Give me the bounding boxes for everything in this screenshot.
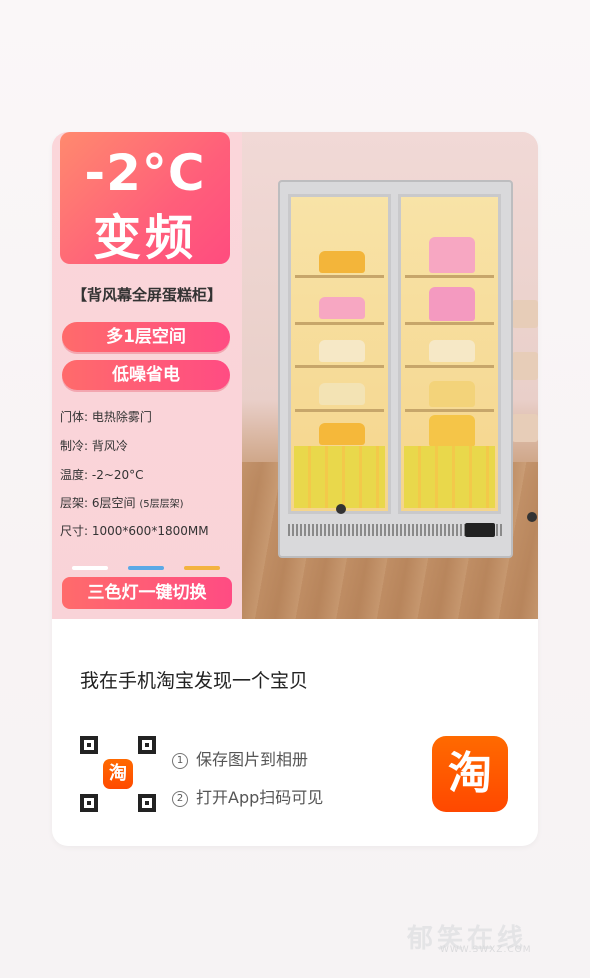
cake [429,237,475,273]
step-open-app: 2 打开App扫码可见 [172,784,323,808]
spec-door: 门体: 电热除雾门 [60,408,152,425]
share-card: -2°C 变频 【背风幕全屏蛋糕柜】 多1层空间 低噪省电 门体: 电热除雾门 … [52,132,538,846]
bakery-shelf [512,300,538,328]
cake [429,415,475,447]
right-glass-door [398,194,501,514]
spec-cooling: 制冷: 背风冷 [60,437,128,454]
spec-value: 1000*600*1800MM [91,524,209,538]
cake [319,340,365,362]
bakery-shelf [512,414,538,442]
rack [295,322,384,325]
light-color-blue [128,566,164,570]
watermark-url: WWW.SWXZ.COM [440,945,532,955]
step-label: 打开App扫码可见 [196,788,324,807]
temperature-badge: -2°C 变频 [60,132,230,266]
rack [405,365,494,368]
drink-boxes [294,446,385,508]
rack [295,409,384,412]
temperature-display [465,523,495,537]
cake-display-fridge [278,180,513,558]
spec-label: 温度: [60,468,89,482]
cake [319,423,365,445]
spec-value: -2~20°C [91,468,144,482]
rack [405,275,494,278]
left-glass-door [288,194,391,514]
rack [295,365,384,368]
spec-label: 制冷: [60,439,89,453]
light-color-white [72,566,108,570]
product-title: 【背风幕全屏蛋糕柜】 [71,286,222,304]
spec-shelves: 层架: 6层空间 (5层层架) [60,494,184,511]
step-number: 1 [172,753,188,769]
promo-panel: -2°C 变频 【背风幕全屏蛋糕柜】 多1层空间 低噪省电 门体: 电热除雾门 … [52,132,242,619]
step-save-image: 1 保存图片到相册 [172,746,308,770]
spec-label: 门体: [60,410,89,424]
share-message: 我在手机淘宝发现一个宝贝 [80,670,309,692]
step-number: 2 [172,791,188,807]
taobao-qr-logo-icon: 淘 [103,759,133,789]
cake [429,287,475,321]
spec-value: 6层空间 [91,496,136,510]
rack [405,322,494,325]
spec-note: (5层层架) [139,499,184,510]
spec-temperature: 温度: -2~20°C [60,466,144,483]
cake [429,381,475,407]
qr-finder [138,736,156,754]
cake [429,340,475,362]
cake [319,251,365,273]
qr-finder [80,794,98,812]
spec-value: 电热除雾门 [91,410,152,424]
light-switch-label: 三色灯一键切换 [62,577,232,609]
spec-label: 层架: [60,496,89,510]
light-color-yellow [184,566,220,570]
badge-temperature: -2°C [84,144,206,202]
cake [319,297,365,319]
feature-pill-quiet: 低噪省电 [62,360,230,390]
feature-pill-space: 多1层空间 [62,322,230,352]
caster-wheel [527,512,537,522]
cake [319,383,365,405]
badge-inverter: 变频 [92,210,197,266]
rack [405,409,494,412]
taobao-app-icon[interactable]: 淘 [432,736,508,812]
spec-label: 尺寸: [60,524,89,538]
qr-finder [138,794,156,812]
fridge-photo [242,132,538,619]
qr-finder [80,736,98,754]
drink-boxes [404,446,495,508]
rack [295,275,384,278]
caster-wheel [336,504,346,514]
product-image[interactable]: -2°C 变频 【背风幕全屏蛋糕柜】 多1层空间 低噪省电 门体: 电热除雾门 … [52,132,538,619]
spec-value: 背风冷 [91,439,128,453]
bakery-shelf [512,352,538,380]
qr-code[interactable]: 淘 [80,736,156,812]
step-label: 保存图片到相册 [196,750,309,769]
spec-size: 尺寸: 1000*600*1800MM [60,522,209,539]
